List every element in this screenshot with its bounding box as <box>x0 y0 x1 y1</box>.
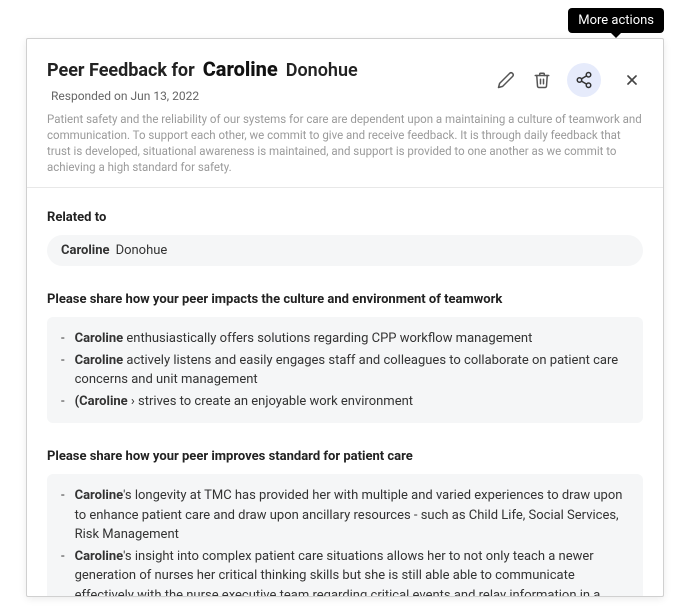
bullet-text: Caroline's longevity at TMC has provided… <box>75 486 629 545</box>
related-to-label: Related to <box>47 210 643 225</box>
page-title: Peer Feedback for Caroline Donohue Respo… <box>47 57 487 103</box>
list-item: - Caroline actively listens and easily e… <box>61 351 629 390</box>
list-item: - (Caroline › strives to create an enjoy… <box>61 392 629 412</box>
header-description: Patient safety and the reliability of ou… <box>47 111 643 175</box>
related-to-pill: Caroline Donohue <box>47 235 643 266</box>
question-2-label: Please share how your peer improves stan… <box>47 449 643 464</box>
question-1-label: Please share how your peer impacts the c… <box>47 292 643 307</box>
question-2-section: Please share how your peer improves stan… <box>47 449 643 597</box>
feedback-panel: Peer Feedback for Caroline Donohue Respo… <box>26 38 664 597</box>
related-to-section: Related to Caroline Donohue <box>47 210 643 266</box>
panel-header: Peer Feedback for Caroline Donohue Respo… <box>27 39 663 188</box>
trash-icon <box>533 71 551 89</box>
dash-icon: - <box>61 329 65 349</box>
dash-icon: - <box>61 351 65 390</box>
delete-button[interactable] <box>531 69 553 91</box>
pencil-icon <box>497 71 515 89</box>
close-button[interactable] <box>621 69 643 91</box>
share-icon <box>575 71 593 89</box>
action-icons <box>495 63 643 97</box>
responded-date: Responded on Jun 13, 2022 <box>51 89 199 103</box>
question-1-section: Please share how your peer impacts the c… <box>47 292 643 423</box>
dash-icon: - <box>61 392 65 412</box>
edit-button[interactable] <box>495 69 517 91</box>
header-row: Peer Feedback for Caroline Donohue Respo… <box>47 57 643 103</box>
more-actions-tooltip: More actions <box>568 8 664 33</box>
question-1-answer: - Caroline enthusiastically offers solut… <box>47 317 643 423</box>
list-item: - Caroline enthusiastically offers solut… <box>61 329 629 349</box>
close-icon <box>624 72 640 88</box>
title-first-name: Caroline <box>203 57 278 81</box>
bullet-text: (Caroline › strives to create an enjoyab… <box>75 392 629 412</box>
dash-icon: - <box>61 547 65 597</box>
dash-icon: - <box>61 486 65 545</box>
share-button[interactable] <box>567 63 601 97</box>
bullet-text: Caroline actively listens and easily eng… <box>75 351 629 390</box>
bullet-text: Caroline's insight into complex patient … <box>75 547 629 597</box>
related-to-last-name: Donohue <box>116 243 168 258</box>
bullet-text: Caroline enthusiastically offers solutio… <box>75 329 629 349</box>
panel-body: Related to Caroline Donohue Please share … <box>27 188 663 597</box>
title-last-name: Donohue <box>286 60 358 81</box>
list-item: - Caroline's insight into complex patien… <box>61 547 629 597</box>
title-prefix: Peer Feedback for <box>47 60 195 81</box>
related-to-first-name: Caroline <box>61 243 110 258</box>
list-item: - Caroline's longevity at TMC has provid… <box>61 486 629 545</box>
question-2-answer: - Caroline's longevity at TMC has provid… <box>47 474 643 597</box>
